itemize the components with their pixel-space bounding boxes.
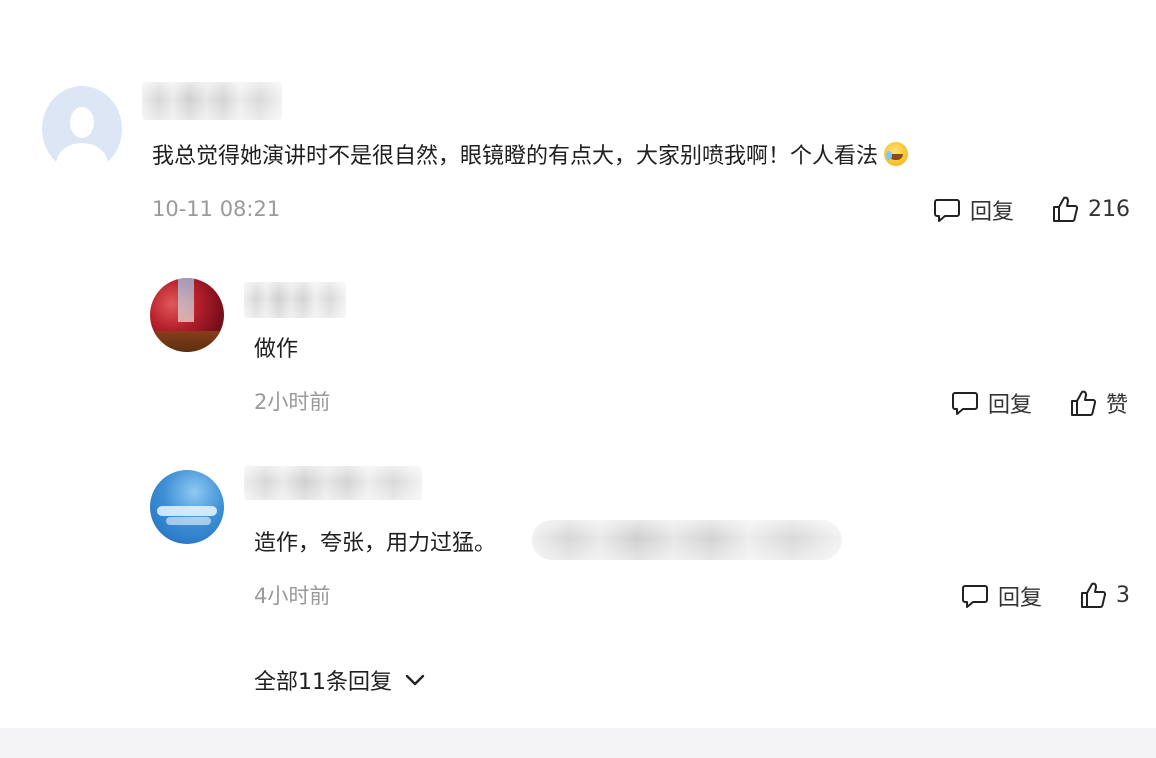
chevron-down-icon xyxy=(405,674,425,686)
comment-text: 我总觉得她演讲时不是很自然，眼镜瞪的有点大，大家别喷我啊！个人看法 xyxy=(152,142,909,171)
thumbs-up-icon xyxy=(1071,390,1097,416)
footer-divider xyxy=(0,728,1156,758)
expand-replies-label: 全部11条回复 xyxy=(254,670,392,695)
reply-label: 回复 xyxy=(970,200,1015,225)
expand-replies-button[interactable]: 全部11条回复 xyxy=(254,664,428,696)
reply-button[interactable]: 回复 xyxy=(932,194,1014,226)
comment-text-content: 我总觉得她演讲时不是很自然，眼镜瞪的有点大，大家别喷我啊！个人看法 xyxy=(152,144,879,169)
like-button[interactable]: 216 xyxy=(1050,194,1130,224)
avatar[interactable] xyxy=(42,86,122,172)
comment-bubble-icon xyxy=(962,585,988,608)
reply-label: 回复 xyxy=(988,393,1033,418)
comment-bubble-icon xyxy=(952,392,978,415)
avatar-wave-shape xyxy=(166,517,211,525)
avatar[interactable] xyxy=(150,470,224,544)
like-count: 3 xyxy=(1116,582,1130,608)
thumbs-up-icon xyxy=(1081,582,1107,608)
reply-label: 回复 xyxy=(998,586,1043,611)
avatar-wave-shape xyxy=(157,505,217,516)
avatar-body-shape xyxy=(56,142,108,172)
comment-timestamp: 10-11 08:21 xyxy=(152,197,281,221)
comment-bubble-icon xyxy=(934,199,960,222)
like-count: 216 xyxy=(1088,196,1130,222)
crying-laughing-emoji-icon xyxy=(884,142,909,166)
username-blurred[interactable] xyxy=(244,282,346,318)
avatar-ground-shape xyxy=(150,331,224,352)
like-button[interactable]: 赞 xyxy=(1068,387,1128,419)
username-blurred[interactable] xyxy=(142,82,282,120)
reply-button[interactable]: 回复 xyxy=(950,387,1032,419)
reply-text: 做作 xyxy=(254,337,299,362)
reply-text: 造作，夸张，用力过猛。 xyxy=(254,531,497,556)
reply-timestamp: 4小时前 xyxy=(254,584,331,608)
like-label: 赞 xyxy=(1106,393,1129,418)
reply-text-blurred xyxy=(532,520,842,560)
reply-timestamp: 2小时前 xyxy=(254,390,331,414)
thumbs-up-icon xyxy=(1053,196,1079,222)
avatar-head-shape xyxy=(70,106,94,138)
avatar-sky-shape xyxy=(178,278,195,323)
avatar[interactable] xyxy=(150,278,224,352)
username-blurred[interactable] xyxy=(244,466,422,500)
like-button[interactable]: 3 xyxy=(1078,580,1130,610)
reply-button[interactable]: 回复 xyxy=(960,580,1042,612)
